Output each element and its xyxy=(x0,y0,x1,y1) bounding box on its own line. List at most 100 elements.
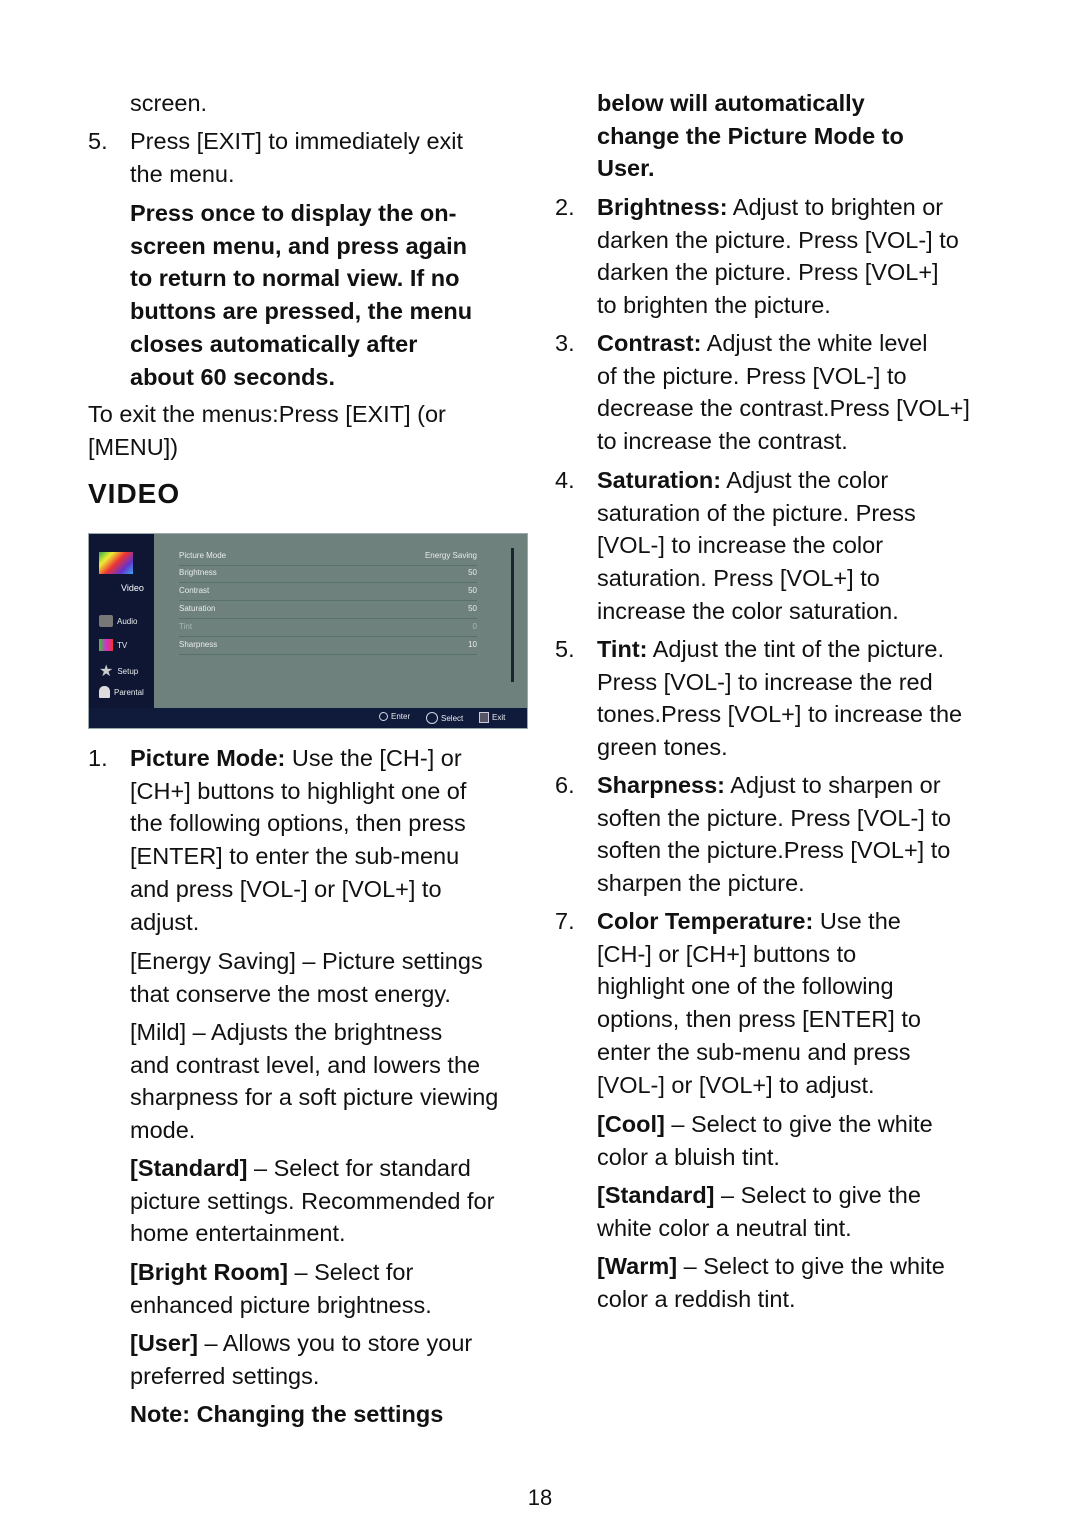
paragraph: To exit the menus:Press [EXIT] (or [MENU… xyxy=(88,398,446,463)
lock-icon xyxy=(99,686,110,698)
row-value: Energy Saving xyxy=(424,551,477,560)
text: Adjust the tint of the picture. Press [V… xyxy=(597,636,963,761)
text: Use the [CH-] or [CH+] buttons to highli… xyxy=(597,908,921,1098)
bold-text: [Warm] xyxy=(597,1253,678,1279)
paragraph: Press [EXIT] to immediately exit the men… xyxy=(130,125,463,190)
exit-label: Exit xyxy=(492,713,506,722)
text: To exit the menus:Press [EXIT] (or [MENU… xyxy=(88,401,446,460)
list-number: 7. xyxy=(555,908,575,934)
paragraph: [Cool] – Select to give the white color … xyxy=(597,1108,933,1173)
tv-menu-row: Contrast 50 xyxy=(179,584,477,601)
tv-menu-sidebar: Video Audio TV ★ Setup Parental xyxy=(89,534,154,708)
paragraph: Press once to display the on- screen men… xyxy=(130,197,472,393)
paragraph: Tint: Adjust the tint of the picture. Pr… xyxy=(597,633,962,764)
paragraph: [Energy Saving] – Picture settings that … xyxy=(130,945,483,1010)
list-number: 6. xyxy=(555,772,575,798)
paragraph: [Bright Room] – Select for enhanced pict… xyxy=(130,1256,432,1321)
list-number: 5. xyxy=(88,128,108,154)
paragraph: Picture Mode: Use the [CH-] or [CH+] but… xyxy=(130,742,466,938)
bold-text: [Bright Room] xyxy=(130,1259,288,1285)
select-dpad-icon xyxy=(426,712,438,724)
sidebar-label: TV xyxy=(117,640,128,650)
row-label: Saturation xyxy=(179,604,216,613)
bold-text: Note: Changing the settings xyxy=(130,1401,444,1427)
sidebar-label: Setup xyxy=(117,666,139,676)
row-value: 10 xyxy=(468,640,477,649)
bold-text: Contrast: xyxy=(597,330,702,356)
text: screen. xyxy=(130,90,208,116)
tv-menu-screenshot: Video Audio TV ★ Setup Parental Picture M… xyxy=(88,533,528,729)
paragraph: [User] – Allows you to store your prefer… xyxy=(130,1327,472,1392)
star-icon: ★ xyxy=(99,663,114,680)
text: Use the [CH-] or [CH+] buttons to highli… xyxy=(130,745,467,935)
bold-text: Color Temperature: xyxy=(597,908,814,934)
exit-icon xyxy=(479,712,489,723)
bold-text: [User] xyxy=(130,1330,198,1356)
row-label: Picture Mode xyxy=(179,551,227,560)
row-value: 50 xyxy=(468,568,477,577)
sidebar-item-video: Video xyxy=(121,583,144,593)
sidebar-item-tv: TV xyxy=(99,639,127,651)
select-hint: Select xyxy=(426,712,463,724)
paragraph: Note: Changing the settings xyxy=(130,1398,443,1431)
bold-text: [Cool] xyxy=(597,1111,665,1137)
section-heading: VIDEO xyxy=(88,478,181,509)
row-value: 0 xyxy=(472,622,477,631)
paragraph: screen. xyxy=(130,87,207,120)
manual-page: VIDEO Video Audio TV ★ Setup Parental Pic… xyxy=(0,0,1080,1524)
text: – Adjusts the brightness and contrast le… xyxy=(130,1019,499,1144)
sidebar-item-parental: Parental xyxy=(99,686,144,698)
text: [Energy Saving] xyxy=(130,948,296,974)
speaker-icon xyxy=(99,615,113,627)
tv-menu-row: Brightness 50 xyxy=(179,566,477,583)
bold-text: [Standard] xyxy=(130,1155,248,1181)
row-label: Tint xyxy=(179,622,193,631)
row-label: Contrast xyxy=(179,586,210,595)
bold-text: below will automatically change the Pict… xyxy=(597,90,904,182)
bold-text: Tint: xyxy=(597,636,648,662)
row-label: Sharpness xyxy=(179,640,218,649)
paragraph: Brightness: Adjust to brighten or darken… xyxy=(597,191,959,322)
sidebar-item-setup: ★ Setup xyxy=(99,661,138,681)
paragraph: Saturation: Adjust the color saturation … xyxy=(597,464,916,628)
sidebar-item-audio: Audio xyxy=(99,615,137,627)
bold-text: [Standard] xyxy=(597,1182,715,1208)
sidebar-label: Audio xyxy=(117,616,138,626)
enter-hint: Enter xyxy=(379,712,410,721)
list-number: 4. xyxy=(555,467,575,493)
exit-hint: Exit xyxy=(479,712,505,723)
enter-icon xyxy=(379,712,388,721)
paragraph: [Standard] – Select for standard picture… xyxy=(130,1152,494,1250)
paragraph: Sharpness: Adjust to sharpen or soften t… xyxy=(597,769,951,900)
tv-menu-row: Picture Mode Energy Saving xyxy=(179,549,477,566)
bold-text: Saturation: xyxy=(597,467,722,493)
list-number: 2. xyxy=(555,194,575,220)
paragraph: [Mild] – Adjusts the brightness and cont… xyxy=(130,1016,498,1147)
row-value: 50 xyxy=(468,586,477,595)
list-number: 1. xyxy=(88,745,108,771)
list-number: 3. xyxy=(555,330,575,356)
bold-text: Picture Mode: xyxy=(130,745,286,771)
tv-menu-row: Tint 0 xyxy=(179,620,477,637)
enter-label: Enter xyxy=(391,712,411,721)
paragraph: [Standard] – Select to give the white co… xyxy=(597,1179,921,1244)
sidebar-label: Parental xyxy=(114,687,144,697)
paragraph: [Warm] – Select to give the white color … xyxy=(597,1250,945,1315)
bold-text: Sharpness: xyxy=(597,772,725,798)
bold-text: Brightness: xyxy=(597,194,728,220)
tv-menu-row: Saturation 50 xyxy=(179,602,477,619)
paragraph: below will automatically change the Pict… xyxy=(597,87,904,185)
text: Press [EXIT] to immediately exit the men… xyxy=(130,128,464,187)
bold-text: Press once to display the on- screen men… xyxy=(130,200,473,390)
scrollbar xyxy=(511,548,514,682)
row-label: Brightness xyxy=(179,568,217,577)
tv-icon xyxy=(99,639,113,651)
row-value: 50 xyxy=(468,604,477,613)
text: [Mild] xyxy=(130,1019,187,1045)
tv-rainbow-icon xyxy=(99,552,133,574)
select-label: Select xyxy=(441,713,464,723)
paragraph: Contrast: Adjust the white level of the … xyxy=(597,327,970,458)
page-number: 18 xyxy=(527,1485,553,1510)
tv-menu-row: Sharpness 10 xyxy=(179,638,477,655)
list-number: 5. xyxy=(555,636,575,662)
